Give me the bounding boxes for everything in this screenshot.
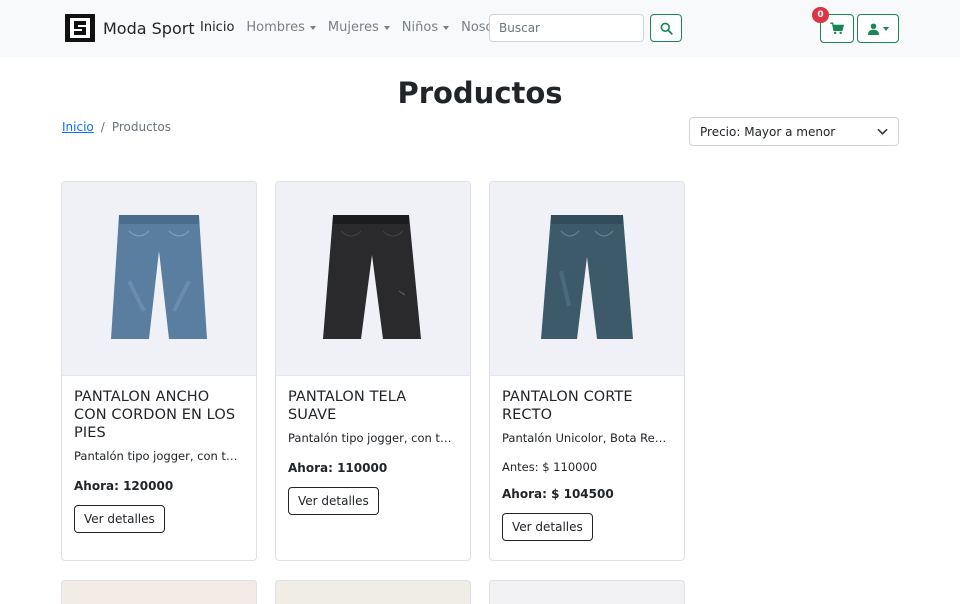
product-card: PANTALON ANCHO CON CORDON EN LOS PIES Pa… [61, 181, 257, 561]
nav-item-label: Mujeres [327, 20, 379, 35]
product-image[interactable] [276, 182, 470, 376]
product-card: PANTALON TELA SUAVE Pantalón tipo jogger… [275, 181, 471, 561]
brand[interactable]: Moda Sport [64, 12, 195, 44]
nav-item-label: Inicio [200, 20, 235, 35]
cart-icon [830, 22, 844, 35]
jeans-image [541, 215, 633, 339]
product-price: Ahora: $ 104500 [502, 487, 614, 501]
breadcrumb-current: Productos [111, 120, 171, 134]
brand-name: Moda Sport [103, 18, 195, 38]
view-details-button[interactable]: Ver detalles [74, 505, 165, 533]
product-description: Pantalón tipo jogger, con tejido [288, 431, 458, 445]
search-button[interactable] [650, 14, 682, 42]
product-card: PANTALON CORTE RECTO Pantalón Unicolor, … [489, 181, 685, 561]
caret-down-icon [443, 26, 450, 30]
jeans-image [111, 215, 207, 339]
sort-select[interactable]: Precio: Mayor a menor [689, 117, 899, 146]
page-title: Productos [397, 76, 563, 110]
view-details-button[interactable]: Ver detalles [502, 513, 593, 541]
product-old-price: Antes: $ 110000 [502, 460, 598, 474]
breadcrumb-separator: / [100, 120, 105, 134]
caret-down-icon [309, 26, 316, 30]
product-price: Ahora: 110000 [288, 461, 388, 475]
product-card-partial[interactable] [61, 580, 257, 604]
nav-item-mujeres[interactable]: Mujeres [328, 20, 390, 35]
product-price: Ahora: 120000 [74, 479, 174, 493]
view-details-button[interactable]: Ver detalles [288, 487, 379, 515]
cart-count-badge: 0 [812, 7, 829, 23]
nav-item-label: Hombres [246, 20, 305, 35]
breadcrumb: Inicio / Productos [62, 120, 171, 134]
caret-down-icon [882, 26, 889, 31]
product-description: Pantalón tipo jogger, con tejido [74, 449, 244, 463]
moda-sport-logo-icon [65, 14, 95, 42]
nav-links: Inicio Hombres Mujeres Niños Nosotros [200, 20, 530, 35]
search-icon [660, 22, 673, 35]
chevron-down-icon [877, 128, 888, 135]
product-card-partial[interactable] [275, 580, 471, 604]
navbar: Moda Sport Inicio Hombres Mujeres Niños … [0, 0, 960, 57]
nav-item-ninos[interactable]: Niños [401, 20, 450, 35]
product-title: PANTALON ANCHO CON CORDON EN LOS PIES [74, 389, 236, 441]
product-image[interactable] [62, 182, 256, 376]
jeans-image [323, 215, 421, 339]
user-menu-button[interactable] [857, 14, 899, 43]
product-title: PANTALON TELA SUAVE [288, 389, 407, 423]
product-title: PANTALON CORTE RECTO [502, 389, 633, 423]
search-input[interactable] [489, 14, 644, 42]
nav-item-hombres[interactable]: Hombres [246, 20, 316, 35]
breadcrumb-home-link[interactable]: Inicio [62, 120, 94, 134]
nav-item-inicio[interactable]: Inicio [200, 20, 234, 35]
product-card-partial[interactable] [489, 580, 685, 604]
caret-down-icon [383, 26, 390, 30]
product-description: Pantalón Unicolor, Bota Recta, Tiro [502, 431, 672, 445]
nav-item-label: Niños [401, 20, 439, 35]
sort-selected-value: Precio: Mayor a menor [700, 124, 836, 139]
user-icon [867, 23, 879, 35]
product-image[interactable] [490, 182, 684, 376]
